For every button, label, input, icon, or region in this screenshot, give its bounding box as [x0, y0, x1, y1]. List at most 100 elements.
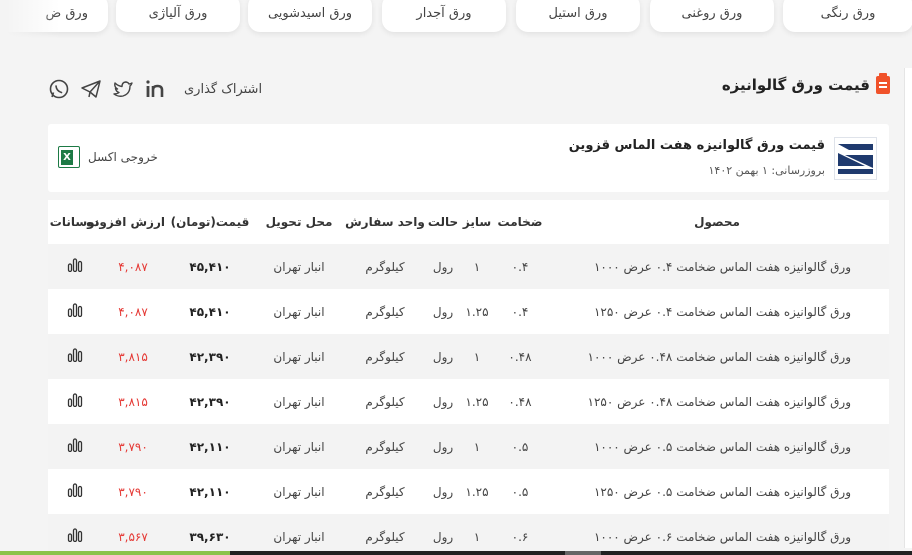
cell-delivery: انبار تهران [255, 424, 343, 469]
cell-fluctuations [48, 379, 101, 424]
cell-vat: ۴,۰۸۷ [101, 244, 165, 289]
header-state: حالت [427, 200, 459, 244]
share-label: اشتراک گذاری [184, 81, 263, 97]
table-row[interactable]: ورق گالوانیزه هفت الماس ضخامت ۰.۵ عرض ۱۲… [48, 469, 889, 514]
cell-unit: کیلوگرم [343, 289, 427, 334]
excel-export-label: خروجی اکسل [88, 150, 158, 164]
category-pill-oiled[interactable]: ورق روغنی [650, 0, 774, 32]
table-header-row: محصول ضخامت سایز حالت واحد سفارش محل تحو… [48, 200, 889, 244]
cell-fluctuations [48, 514, 101, 555]
category-pill-colored[interactable]: ورق رنگی [783, 0, 912, 32]
category-pill-steel[interactable]: ورق استیل [516, 0, 640, 32]
cell-size: ۱ [459, 424, 495, 469]
side-panel-edge [904, 68, 912, 548]
linkedin-icon[interactable] [144, 78, 166, 100]
cell-state: رول [427, 379, 459, 424]
header-vat: ارزش افزوده [86, 200, 165, 244]
cell-product[interactable]: ورق گالوانیزه هفت الماس ضخامت ۰.۴۸ عرض ۱… [545, 334, 889, 379]
telegram-icon[interactable] [80, 78, 102, 100]
cell-price: ۴۲,۱۱۰ [165, 424, 255, 469]
header-unit: واحد سفارش [343, 200, 427, 244]
cell-fluctuations [48, 424, 101, 469]
category-label: ورق روغنی [681, 5, 743, 21]
cell-thickness: ۰.۴ [495, 289, 545, 334]
share-bar: اشتراک گذاری [48, 78, 262, 100]
category-label: ورق آجدار [416, 5, 472, 21]
chart-bars-icon[interactable] [67, 393, 83, 408]
price-table: محصول ضخامت سایز حالت واحد سفارش محل تحو… [48, 200, 889, 555]
cell-unit: کیلوگرم [343, 379, 427, 424]
cell-state: رول [427, 289, 459, 334]
cell-thickness: ۰.۴ [495, 244, 545, 289]
cell-delivery: انبار تهران [255, 514, 343, 555]
chart-bars-icon[interactable] [67, 528, 83, 543]
cell-product[interactable]: ورق گالوانیزه هفت الماس ضخامت ۰.۵ عرض ۱۲… [545, 469, 889, 514]
cell-thickness: ۰.۵ [495, 469, 545, 514]
excel-export-button[interactable]: خروجی اکسل X [58, 146, 158, 168]
cell-price: ۴۵,۴۱۰ [165, 244, 255, 289]
cell-thickness: ۰.۶ [495, 514, 545, 555]
twitter-icon[interactable] [112, 78, 134, 100]
category-pill-checkered[interactable]: ورق آجدار [382, 0, 506, 32]
category-label: ورق آلیاژی [148, 5, 208, 21]
chart-bars-icon[interactable] [67, 348, 83, 363]
category-pill-pickled[interactable]: ورق اسیدشویی [248, 0, 372, 32]
cell-product[interactable]: ورق گالوانیزه هفت الماس ضخامت ۰.۴۸ عرض ۱… [545, 379, 889, 424]
table-row[interactable]: ورق گالوانیزه هفت الماس ضخامت ۰.۴۸ عرض ۱… [48, 379, 889, 424]
cell-fluctuations [48, 469, 101, 514]
cell-unit: کیلوگرم [343, 469, 427, 514]
cell-product[interactable]: ورق گالوانیزه هفت الماس ضخامت ۰.۴ عرض ۱۲… [545, 289, 889, 334]
category-pill-alloy[interactable]: ورق آلیاژی [116, 0, 240, 32]
cell-product[interactable]: ورق گالوانیزه هفت الماس ضخامت ۰.۵ عرض ۱۰… [545, 424, 889, 469]
whatsapp-icon[interactable] [48, 78, 70, 100]
cell-price: ۴۲,۳۹۰ [165, 334, 255, 379]
chart-bars-icon[interactable] [67, 438, 83, 453]
table-row[interactable]: ورق گالوانیزه هفت الماس ضخامت ۰.۴۸ عرض ۱… [48, 334, 889, 379]
chart-bars-icon[interactable] [67, 258, 83, 273]
cell-unit: کیلوگرم [343, 244, 427, 289]
table-row[interactable]: ورق گالوانیزه هفت الماس ضخامت ۰.۴ عرض ۱۲… [48, 289, 889, 334]
cell-price: ۴۲,۳۹۰ [165, 379, 255, 424]
update-date: بروزرسانی: ۱ بهمن ۱۴۰۲ [708, 164, 826, 177]
company-logo [834, 137, 877, 180]
header-price: قیمت(تومان) [165, 200, 255, 244]
cell-vat: ۳,۸۱۵ [101, 334, 165, 379]
cell-fluctuations [48, 244, 101, 289]
cell-state: رول [427, 469, 459, 514]
cell-delivery: انبار تهران [255, 289, 343, 334]
cell-state: رول [427, 514, 459, 555]
cell-product[interactable]: ورق گالوانیزه هفت الماس ضخامت ۰.۴ عرض ۱۰… [545, 244, 889, 289]
cell-fluctuations [48, 289, 101, 334]
cell-thickness: ۰.۴۸ [495, 379, 545, 424]
header-size: سایز [459, 200, 495, 244]
cell-size: ۱ [459, 334, 495, 379]
cell-thickness: ۰.۴۸ [495, 334, 545, 379]
cell-delivery: انبار تهران [255, 379, 343, 424]
cell-vat: ۳,۷۹۰ [101, 469, 165, 514]
clipboard-icon [876, 73, 890, 94]
chart-bars-icon[interactable] [67, 303, 83, 318]
cell-state: رول [427, 244, 459, 289]
cell-size: ۱.۲۵ [459, 289, 495, 334]
header-product: محصول [545, 200, 889, 244]
table-row[interactable]: ورق گالوانیزه هفت الماس ضخامت ۰.۵ عرض ۱۰… [48, 424, 889, 469]
bottom-bar [0, 551, 912, 555]
cell-unit: کیلوگرم [343, 514, 427, 555]
category-bar: ورق رنگی ورق روغنی ورق استیل ورق آجدار و… [0, 0, 912, 38]
category-pill-partial[interactable]: ورق ض [0, 0, 108, 32]
chart-bars-icon[interactable] [67, 483, 83, 498]
table-row[interactable]: ورق گالوانیزه هفت الماس ضخامت ۰.۶ عرض ۱۰… [48, 514, 889, 555]
page-heading: قیمت ورق گالوانیزه [722, 73, 890, 94]
card-title: قیمت ورق گالوانیزه هفت الماس قزوین [568, 138, 825, 153]
cell-fluctuations [48, 334, 101, 379]
category-label: ورق رنگی [820, 5, 876, 21]
cell-unit: کیلوگرم [343, 424, 427, 469]
price-info-card: قیمت ورق گالوانیزه هفت الماس قزوین بروزر… [48, 124, 889, 192]
cell-vat: ۳,۷۹۰ [101, 424, 165, 469]
cell-product[interactable]: ورق گالوانیزه هفت الماس ضخامت ۰.۶ عرض ۱۰… [545, 514, 889, 555]
cell-price: ۴۲,۱۱۰ [165, 469, 255, 514]
cell-delivery: انبار تهران [255, 334, 343, 379]
cell-unit: کیلوگرم [343, 334, 427, 379]
cell-vat: ۳,۸۱۵ [101, 379, 165, 424]
table-row[interactable]: ورق گالوانیزه هفت الماس ضخامت ۰.۴ عرض ۱۰… [48, 244, 889, 289]
